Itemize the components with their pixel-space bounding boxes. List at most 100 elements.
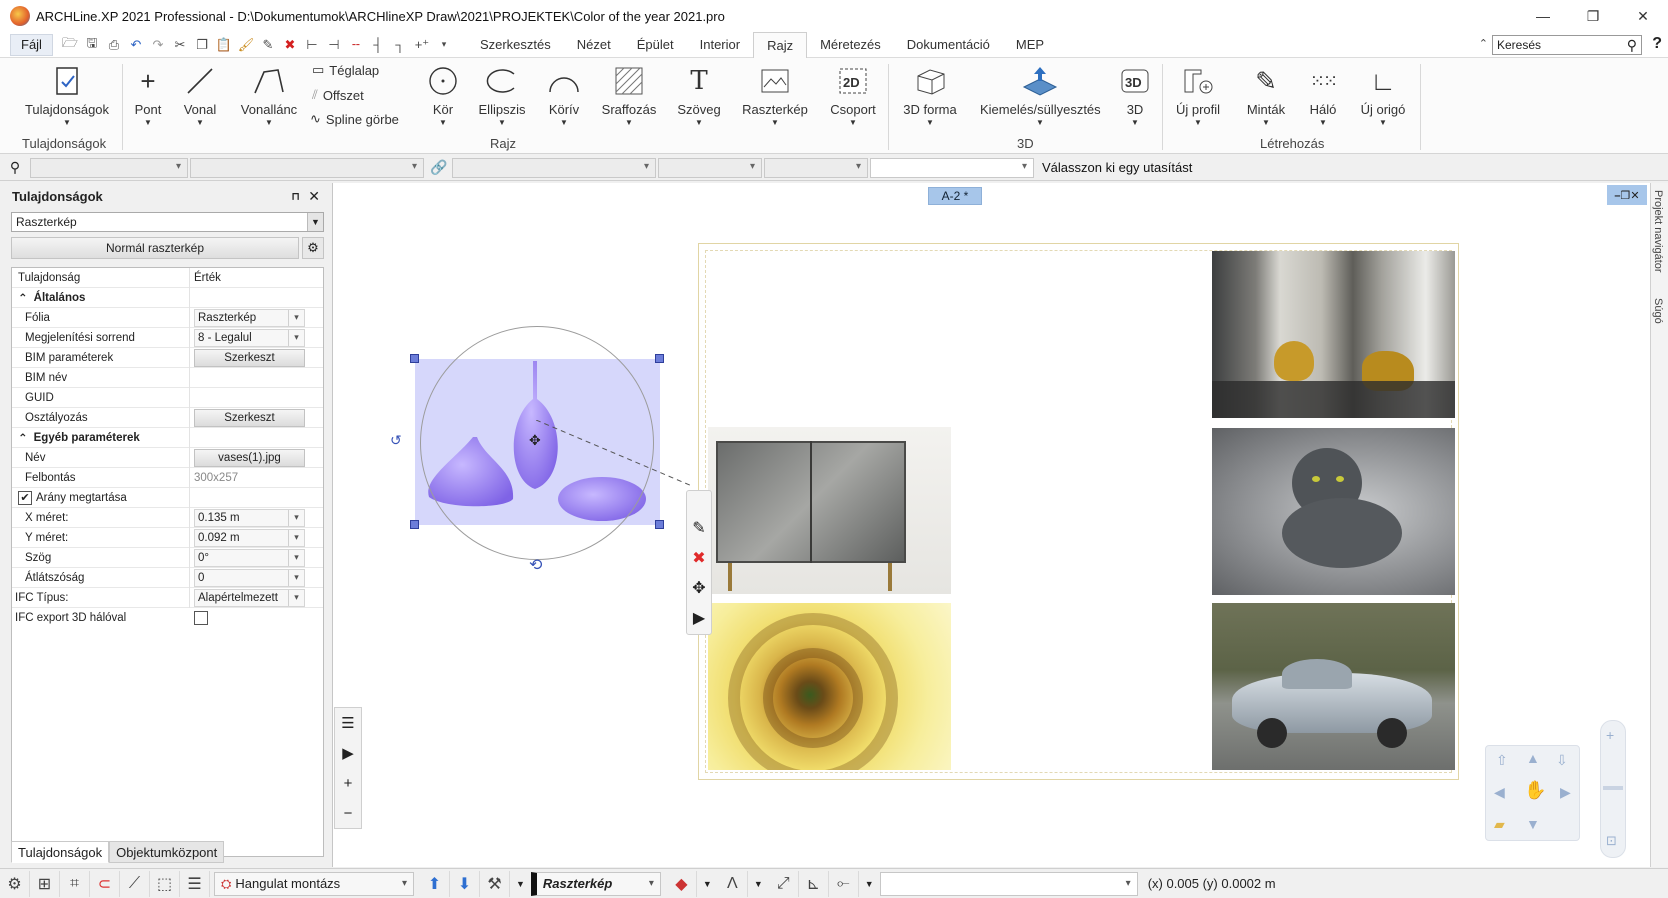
corner-icon[interactable]: ┐: [391, 36, 409, 54]
cut-icon[interactable]: ✂: [171, 36, 189, 54]
close-button[interactable]: ✕: [1618, 0, 1668, 32]
keep-ratio-checkbox[interactable]: ✔: [18, 490, 32, 505]
hammer-icon[interactable]: ⚒: [480, 870, 510, 897]
help-icon[interactable]: ?: [1652, 35, 1662, 53]
view-window-controls[interactable]: –❐✕: [1607, 185, 1647, 205]
resize-handle[interactable]: [655, 520, 664, 529]
draw-order-select[interactable]: 8 - Legalul ▾: [194, 328, 305, 347]
tab-mep[interactable]: MEP: [1003, 32, 1057, 58]
ribbon-spline[interactable]: ∿ Spline görbe: [310, 111, 399, 127]
nav-up-right-icon[interactable]: ⇩: [1556, 752, 1568, 769]
move-up-icon[interactable]: ⬆: [420, 870, 450, 897]
zoom-out-icon[interactable]: −: [335, 798, 361, 828]
mode-button[interactable]: Normál raszterkép: [11, 237, 299, 259]
ribbon-kiemeles[interactable]: Kiemelés/süllyesztés ▼: [980, 64, 1101, 127]
ribbon-vonallanc[interactable]: Vonallánc ▼: [238, 64, 300, 127]
object-type-combo[interactable]: Raszterkép ▾: [530, 871, 661, 896]
tab-dokumentacio[interactable]: Dokumentáció: [894, 32, 1003, 58]
brush-icon[interactable]: 🖌: [237, 36, 255, 54]
nav-down-icon[interactable]: ▼: [1526, 816, 1540, 832]
ribbon-uj-profil[interactable]: Új profil ▼: [1172, 64, 1224, 127]
navigation-control[interactable]: ⇧ ▲ ⇩ ◀ ✋ ▶ ▰ ▼: [1485, 745, 1580, 841]
ribbon-koriv[interactable]: Körív ▼: [544, 64, 584, 127]
ribbon-collapse-icon[interactable]: ⌃: [1479, 37, 1488, 50]
command-toggle-icon[interactable]: ⚲: [0, 159, 30, 176]
move-icon[interactable]: ✥: [687, 573, 711, 603]
ribbon-mintak[interactable]: ✎ Minták ▼: [1244, 64, 1288, 128]
tab-rajz[interactable]: Rajz: [753, 31, 808, 59]
resize-handle[interactable]: [410, 520, 419, 529]
resize-handle[interactable]: [410, 354, 419, 363]
rotate-handle-icon[interactable]: ⟲: [529, 555, 542, 575]
sheet-tab[interactable]: A-2 *: [928, 187, 982, 205]
ruler-icon[interactable]: ⊾: [799, 870, 829, 897]
resize-handle[interactable]: [655, 354, 664, 363]
snap-magnet-icon[interactable]: ⊂: [90, 870, 120, 897]
open-icon[interactable]: 🗁: [61, 35, 79, 54]
command-field-1[interactable]: [30, 157, 188, 178]
ribbon-ellipszis[interactable]: Ellipszis ▼: [474, 64, 530, 127]
split-icon[interactable]: ╌: [347, 36, 365, 54]
file-menu[interactable]: Fájl: [10, 33, 53, 56]
tab-interior[interactable]: Interior: [687, 32, 753, 58]
restore-button[interactable]: ❐: [1568, 0, 1618, 32]
copy-icon[interactable]: ❐: [193, 36, 211, 54]
command-input[interactable]: [870, 157, 1034, 178]
x-size-input[interactable]: 0.135 m ▾: [194, 508, 305, 527]
pin-icon[interactable]: ⊓: [291, 190, 300, 203]
y-size-input[interactable]: 0.092 m ▾: [194, 528, 305, 547]
tab-szerkesztes[interactable]: Szerkesztés: [467, 32, 564, 58]
angle-input[interactable]: 0° ▾: [194, 548, 305, 567]
object-type-select[interactable]: Raszterkép ▼: [11, 212, 324, 232]
filename-button[interactable]: vases(1).jpg: [194, 448, 305, 467]
select-icon[interactable]: ⬚: [150, 870, 180, 897]
chevron-down-icon[interactable]: ▼: [865, 879, 874, 889]
play-icon[interactable]: ▶: [687, 603, 711, 633]
ribbon-szoveg[interactable]: T Szöveg ▼: [676, 64, 722, 127]
group-general[interactable]: ⌃ Általános: [12, 287, 323, 308]
command-field-4[interactable]: [658, 157, 762, 178]
layers-list-icon[interactable]: ☰: [180, 870, 210, 897]
ribbon-csoport[interactable]: 2D Csoport ▼: [826, 64, 880, 127]
ribbon-uj-origo[interactable]: ∟ Új origó ▼: [1356, 64, 1410, 128]
edit-pencil-icon[interactable]: ✎: [687, 513, 711, 543]
settings-icon[interactable]: ⚙: [0, 870, 30, 897]
zoom-plus-icon[interactable]: +: [1606, 727, 1614, 743]
extend-icon[interactable]: ┤: [369, 36, 387, 54]
zoom-slider[interactable]: + ⊡: [1600, 720, 1626, 858]
paste-icon[interactable]: 📋: [215, 36, 233, 54]
group-other-params[interactable]: ⌃ Egyéb paraméterek: [12, 427, 323, 448]
help-tab[interactable]: Súgó: [1652, 298, 1664, 324]
command-field-3[interactable]: [452, 157, 656, 178]
rotate-icon[interactable]: ↺: [390, 432, 402, 449]
ribbon-sraffozas[interactable]: Sraffozás ▼: [600, 64, 658, 127]
chevron-down-icon[interactable]: ▼: [754, 879, 763, 889]
dimension-icon[interactable]: ⊢: [303, 36, 321, 54]
ribbon-offszet[interactable]: ⫽ Offszet: [312, 87, 364, 103]
minimize-button[interactable]: —: [1518, 0, 1568, 32]
tab-epulet[interactable]: Épület: [624, 32, 687, 58]
expand-icon[interactable]: ▶: [335, 738, 361, 768]
nav-up-icon[interactable]: ▲: [1526, 750, 1540, 766]
search-icon[interactable]: ⚲: [1627, 37, 1637, 54]
qat-dropdown-icon[interactable]: ▾: [435, 36, 453, 54]
connect-icon[interactable]: ⟜: [829, 870, 859, 897]
ifc-mesh-checkbox[interactable]: [194, 611, 208, 625]
more-tools-icon[interactable]: +⁺: [413, 36, 431, 54]
pan-hand-icon[interactable]: ✋: [1524, 780, 1546, 801]
zoom-in-icon[interactable]: +: [335, 768, 361, 798]
nav-left-icon[interactable]: ◀: [1494, 784, 1505, 801]
pen-style-icon[interactable]: Λ: [718, 870, 748, 897]
layer-select[interactable]: ⛭ Hangulat montázs ▾: [214, 871, 414, 896]
frame-icon[interactable]: ⌗: [60, 870, 90, 897]
delete-icon[interactable]: ✖: [687, 543, 711, 573]
layer-icon[interactable]: ▰: [1494, 816, 1505, 833]
print-icon[interactable]: ⎙: [105, 36, 123, 54]
search-input[interactable]: Keresés ⚲: [1492, 35, 1642, 55]
ribbon-pont[interactable]: + Pont ▼: [128, 64, 168, 128]
eraser-icon[interactable]: ◆: [667, 870, 697, 897]
link-icon[interactable]: 🔗: [426, 159, 452, 176]
transparency-input[interactable]: 0 ▾: [194, 568, 305, 587]
measure-icon[interactable]: ⤢: [769, 870, 799, 897]
ribbon-teglalap[interactable]: ▭ Téglalap: [312, 62, 379, 78]
